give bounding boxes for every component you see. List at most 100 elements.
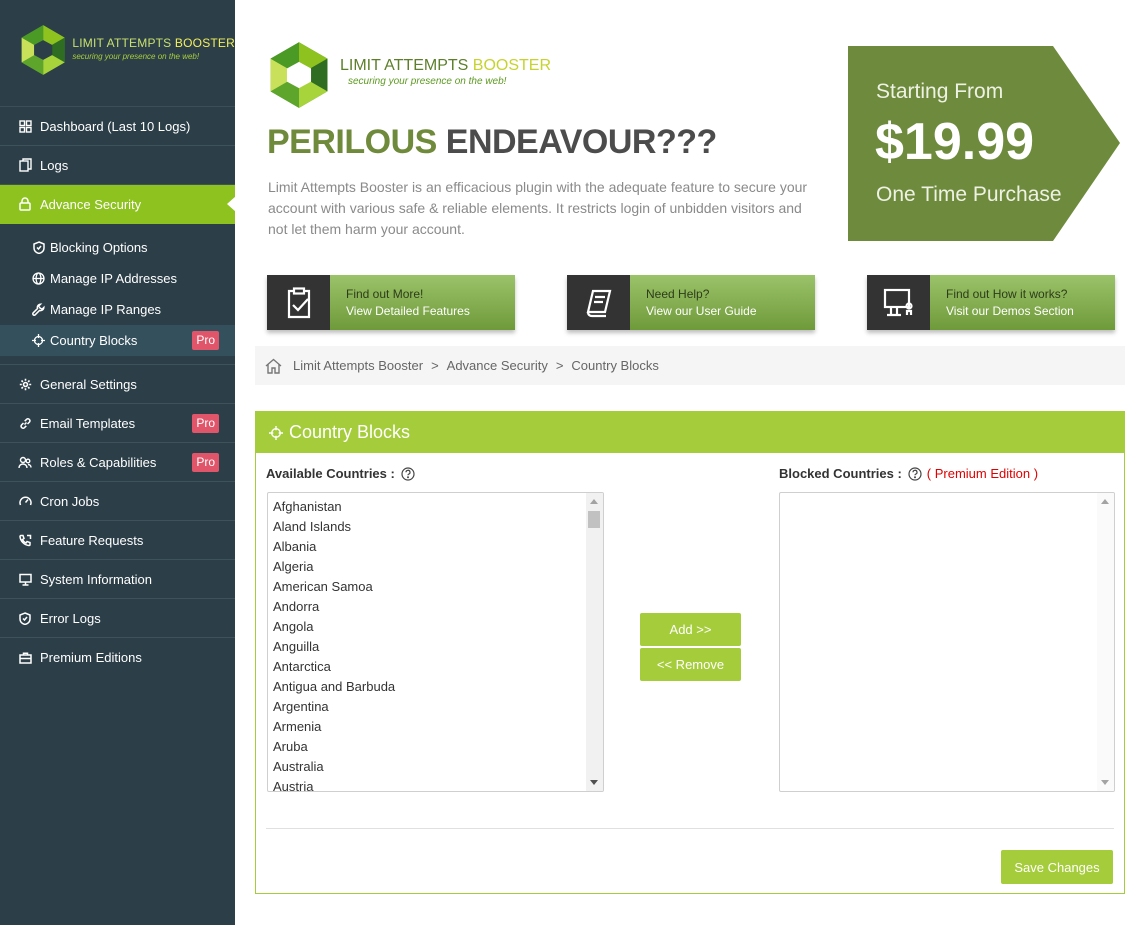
banner-headline: PERILOUS ENDEAVOUR??? <box>267 123 717 162</box>
home-icon[interactable] <box>265 358 283 374</box>
pro-badge: Pro <box>192 452 219 472</box>
scroll-up-arrow-icon[interactable] <box>1101 499 1109 504</box>
headline-part2: ENDEAVOUR??? <box>445 123 718 161</box>
menu-item-label: System Information <box>40 571 152 587</box>
panel-title: Country Blocks <box>289 422 411 442</box>
feature-button-detailed-features[interactable]: Find out More! View Detailed Features <box>267 275 515 330</box>
link-icon <box>18 416 32 430</box>
available-countries-list[interactable]: Afghanistan Aland Islands Albania Algeria Am… <box>267 492 604 792</box>
blocked-countries-items <box>780 493 1114 497</box>
menu-item-error-logs[interactable]: Error Logs <box>0 599 235 638</box>
country-option[interactable]: American Samoa <box>273 577 603 597</box>
feature-button-demos[interactable]: Find out How it works? Visit our Demos S… <box>867 275 1115 330</box>
menu-item-email-templates[interactable]: Email Templates Pro <box>0 404 235 443</box>
submenu-item-label: Manage IP Ranges <box>50 302 162 317</box>
country-option[interactable]: Aruba <box>273 737 603 757</box>
scroll-down-arrow-icon[interactable] <box>1101 780 1109 785</box>
breadcrumb-item[interactable]: Limit Attempts Booster <box>293 358 423 373</box>
sidebar-logo-tagline: securing your presence on the web! <box>72 52 200 61</box>
add-button[interactable]: Add >> <box>640 613 741 646</box>
price-box[interactable]: Starting From $19.99 One Time Purchase <box>848 46 1120 241</box>
country-option[interactable]: Albania <box>273 537 603 557</box>
menu-item-label: Premium Editions <box>40 650 142 665</box>
menu-item-advance-security[interactable]: Advance Security <box>0 185 236 224</box>
menu-item-premium-editions[interactable]: Premium Editions <box>0 638 235 677</box>
country-option[interactable]: Antigua and Barbuda <box>273 677 603 697</box>
monitor-icon <box>18 572 32 586</box>
submenu-item-blocking-options[interactable]: Blocking Options <box>0 232 235 263</box>
blocked-list-scrollbar[interactable] <box>1097 493 1114 791</box>
price-amount: $19.99 <box>875 113 1035 171</box>
country-option[interactable]: Australia <box>273 757 603 777</box>
save-changes-button[interactable]: Save Changes <box>1001 850 1113 884</box>
menu-item-cron-jobs[interactable]: Cron Jobs <box>0 482 235 521</box>
logs-icon <box>18 158 32 172</box>
menu-item-system-information[interactable]: System Information <box>0 560 235 599</box>
sidebar-logo-title: LIMIT ATTEMPTS BOOSTER <box>72 36 235 50</box>
country-option[interactable]: Afghanistan <box>273 497 603 517</box>
menu-item-label: Cron Jobs <box>40 493 100 509</box>
breadcrumb-item-current: Country Blocks <box>571 358 659 373</box>
submenu-item-label: Blocking Options <box>50 240 148 255</box>
country-option[interactable]: Antarctica <box>273 657 603 677</box>
breadcrumb-separator: > <box>555 358 564 373</box>
banner-logo-tagline: securing your presence on the web! <box>348 76 507 87</box>
premium-edition-note: ( Premium Edition ) <box>926 466 1039 481</box>
available-countries-items: Afghanistan Aland Islands Albania Algeria Am… <box>268 493 603 791</box>
menu-item-roles-capabilities[interactable]: Roles & Capabilities Pro <box>0 443 235 482</box>
submenu-item-manage-ip-ranges[interactable]: Manage IP Ranges <box>0 294 235 325</box>
country-option[interactable]: Argentina <box>273 697 603 717</box>
feature-button-caption: Find out How it works? <box>946 287 1068 301</box>
gauge-icon <box>18 494 32 508</box>
pro-badge: Pro <box>192 331 219 350</box>
help-icon[interactable] <box>401 466 415 481</box>
country-option[interactable]: Angola <box>273 617 603 637</box>
menu-item-label: Email Templates <box>40 415 136 431</box>
feature-button-user-guide[interactable]: Need Help? View our User Guide <box>567 275 815 330</box>
briefcase-icon <box>18 651 32 665</box>
country-option[interactable]: Armenia <box>273 717 603 737</box>
presentation-icon <box>867 275 930 330</box>
submenu-item-label: Country Blocks <box>50 333 138 348</box>
menu-item-label: Error Logs <box>40 610 101 626</box>
country-option[interactable]: Aland Islands <box>273 517 603 537</box>
brand-logo-icon <box>270 42 328 108</box>
remove-button[interactable]: << Remove <box>640 648 741 681</box>
scroll-up-arrow-icon[interactable] <box>590 499 598 504</box>
banner-description: Limit Attempts Booster is an efficacious… <box>268 179 808 237</box>
submenu-item-country-blocks[interactable]: Country Blocks Pro <box>0 325 235 356</box>
available-list-scrollbar[interactable] <box>586 493 603 791</box>
scroll-down-arrow-icon[interactable] <box>590 780 598 785</box>
country-option[interactable]: Anguilla <box>273 637 603 657</box>
banner-logo[interactable]: LIMIT ATTEMPTS BOOSTER securing your pre… <box>268 40 551 110</box>
help-icon[interactable] <box>908 466 922 481</box>
shield-icon <box>32 241 45 254</box>
country-option[interactable]: Andorra <box>273 597 603 617</box>
clipboard-check-icon <box>267 275 330 330</box>
globe-icon <box>32 272 45 285</box>
feature-button-label: View our User Guide <box>646 304 757 318</box>
submenu-item-manage-ip-addresses[interactable]: Manage IP Addresses <box>0 263 235 294</box>
advance-security-submenu: Blocking Options Manage IP Addresses Man… <box>0 224 235 356</box>
breadcrumb-item[interactable]: Advance Security <box>447 358 548 373</box>
menu-item-logs[interactable]: Logs <box>0 146 235 185</box>
feature-button-label: Visit our Demos Section <box>946 304 1074 318</box>
scroll-thumb[interactable] <box>588 511 600 528</box>
menu-item-label: Feature Requests <box>40 532 144 548</box>
crosshair-icon <box>269 425 283 440</box>
phone-icon <box>18 533 32 547</box>
panel-divider <box>266 828 1114 829</box>
country-option[interactable]: Algeria <box>273 557 603 577</box>
menu-item-general-settings[interactable]: General Settings <box>0 365 235 404</box>
menu-item-label: Logs <box>40 157 69 173</box>
banner-logo-title: LIMIT ATTEMPTS BOOSTER <box>340 57 551 74</box>
wrench-icon <box>32 303 45 316</box>
dashboard-icon <box>18 119 32 133</box>
menu-item-dashboard[interactable]: Dashboard (Last 10 Logs) <box>0 107 235 146</box>
country-option[interactable]: Austria <box>273 777 603 791</box>
price-note: One Time Purchase <box>876 183 1062 206</box>
submenu-divider <box>0 356 235 365</box>
blocked-countries-list[interactable] <box>779 492 1115 792</box>
sidebar-logo[interactable]: LIMIT ATTEMPTS BOOSTER securing your pre… <box>0 0 235 107</box>
menu-item-feature-requests[interactable]: Feature Requests <box>0 521 235 560</box>
